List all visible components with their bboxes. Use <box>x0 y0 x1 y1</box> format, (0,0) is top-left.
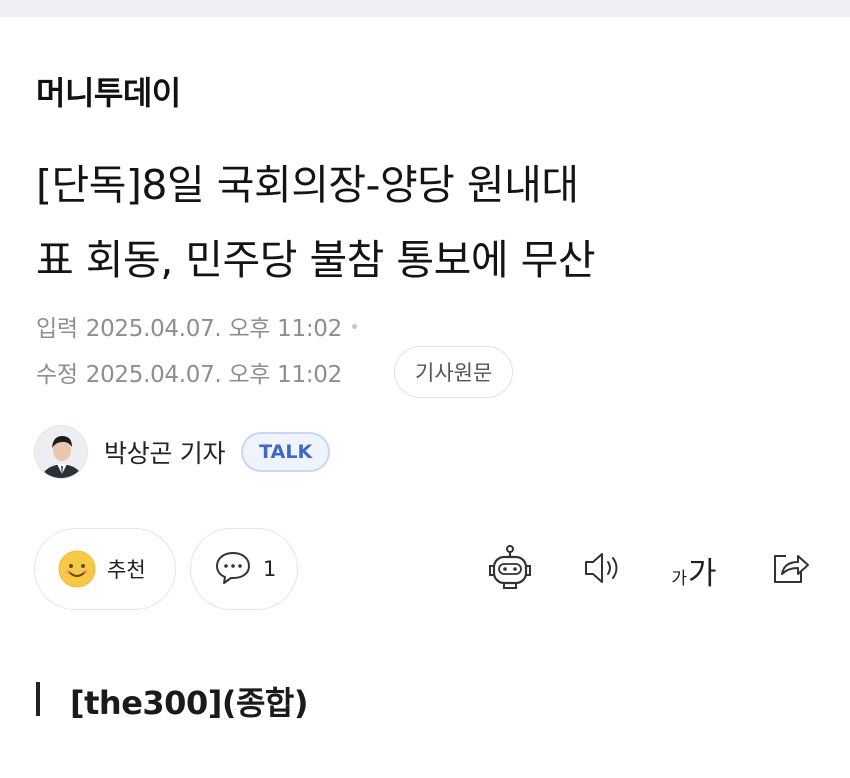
listen-button[interactable] <box>574 540 630 600</box>
reporter-info: 박상곤 기자 TALK <box>34 424 331 480</box>
comment-button[interactable]: 1 <box>190 528 298 610</box>
smile-icon <box>57 549 97 589</box>
top-status-strip <box>0 0 850 17</box>
font-size-icon: 가가 <box>671 548 716 593</box>
separator-dot <box>351 323 357 329</box>
comment-icon <box>213 547 253 591</box>
article-headline: [단독]8일 국회의장-양당 원내대 표 회동, 민주당 불참 통보에 무산 <box>36 148 826 298</box>
reporter-name[interactable]: 박상곤 기자 <box>104 434 225 470</box>
font-size-button[interactable]: 가가 <box>664 540 724 600</box>
input-date-row: 입력 2025.04.07. 오후 11:02 <box>36 311 357 342</box>
font-small-glyph: 가 <box>671 568 688 589</box>
edit-date: 2025.04.07. 오후 11:02 <box>85 362 343 388</box>
section-title: [the300](종합) <box>70 684 308 722</box>
recommend-label: 추천 <box>107 558 146 582</box>
headline-line-1: [단독]8일 국회의장-양당 원내대 <box>36 161 579 209</box>
reporter-avatar[interactable] <box>34 425 88 479</box>
input-label: 입력 <box>36 316 78 342</box>
ai-summary-button[interactable] <box>480 540 540 600</box>
section-marker <box>36 682 40 716</box>
recommend-button[interactable]: 추천 <box>34 528 176 610</box>
headline-line-2: 표 회동, 민주당 불참 통보에 무산 <box>36 236 596 284</box>
original-article-button[interactable]: 기사원문 <box>394 346 514 398</box>
edit-label: 수정 <box>36 362 78 388</box>
talk-button[interactable]: TALK <box>241 432 331 472</box>
speaker-icon <box>580 546 624 594</box>
comment-count: 1 <box>263 557 277 581</box>
font-big-glyph: 가 <box>688 555 717 592</box>
share-icon <box>768 546 812 594</box>
input-date: 2025.04.07. 오후 11:02 <box>85 316 343 342</box>
share-button[interactable] <box>762 540 818 600</box>
robot-icon <box>484 542 536 598</box>
edit-date-row: 수정 2025.04.07. 오후 11:02 <box>36 357 343 388</box>
press-name[interactable]: 머니투데이 <box>36 68 181 114</box>
